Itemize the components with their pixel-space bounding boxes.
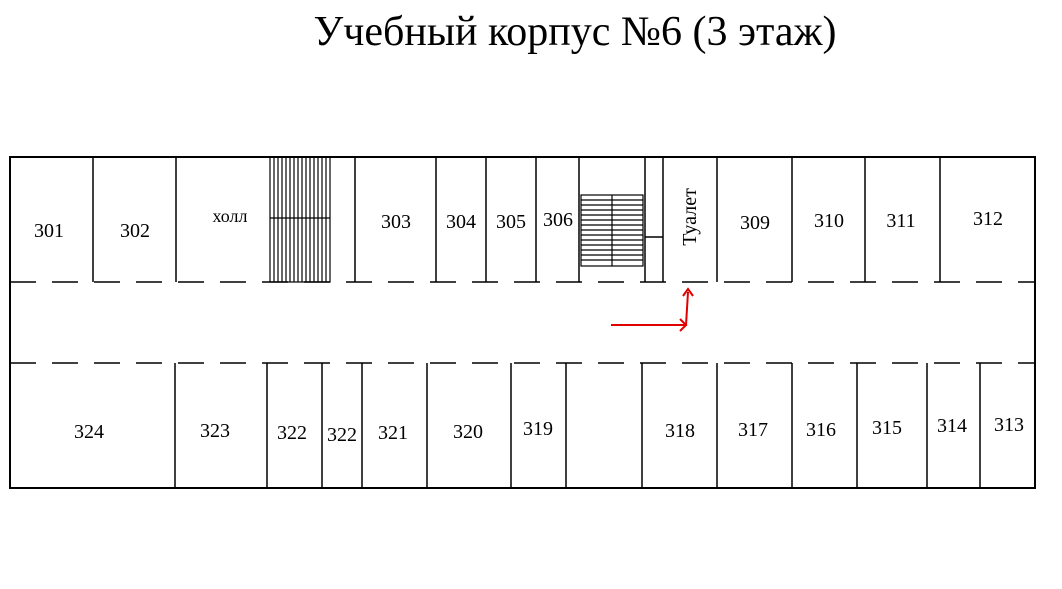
corridor-walls — [10, 281, 1035, 364]
room-306-label: 306 — [543, 209, 573, 231]
room-319-label: 319 — [523, 418, 553, 440]
room-305-label: 305 — [496, 211, 526, 233]
room-323-label: 323 — [200, 420, 230, 442]
room-321-label: 321 — [378, 422, 408, 444]
hall-label: холл — [212, 206, 247, 226]
room-318-label: 318 — [665, 420, 695, 442]
room-313-label: 313 — [994, 414, 1024, 436]
bottom-room-labels: 324 323 322 322 321 320 319 318 317 316 … — [74, 414, 1024, 446]
room-316-label: 316 — [806, 419, 836, 441]
room-304-label: 304 — [446, 211, 476, 233]
room-322a-label: 322 — [277, 422, 307, 444]
room-310-label: 310 — [814, 210, 844, 232]
floor-plan: 301 302 холл 303 304 305 306 Туалет 309 … — [9, 156, 1036, 489]
room-312-label: 312 — [973, 208, 1003, 230]
room-315-label: 315 — [872, 417, 902, 439]
stairs-middle — [580, 194, 644, 267]
toilet-label: Туалет — [679, 188, 701, 246]
room-320-label: 320 — [453, 421, 483, 443]
room-322b-label: 322 — [327, 424, 357, 446]
room-301-label: 301 — [34, 220, 64, 242]
room-317-label: 317 — [738, 419, 768, 441]
room-309-label: 309 — [740, 212, 770, 234]
route-arrow — [611, 287, 694, 332]
room-314-label: 314 — [937, 415, 967, 437]
room-303-label: 303 — [381, 211, 411, 233]
room-324-label: 324 — [74, 421, 104, 443]
room-302-label: 302 — [120, 220, 150, 242]
top-room-labels: 301 302 холл 303 304 305 306 Туалет 309 … — [34, 188, 1003, 246]
room-311-label: 311 — [886, 210, 915, 232]
stairs-west — [269, 156, 331, 283]
